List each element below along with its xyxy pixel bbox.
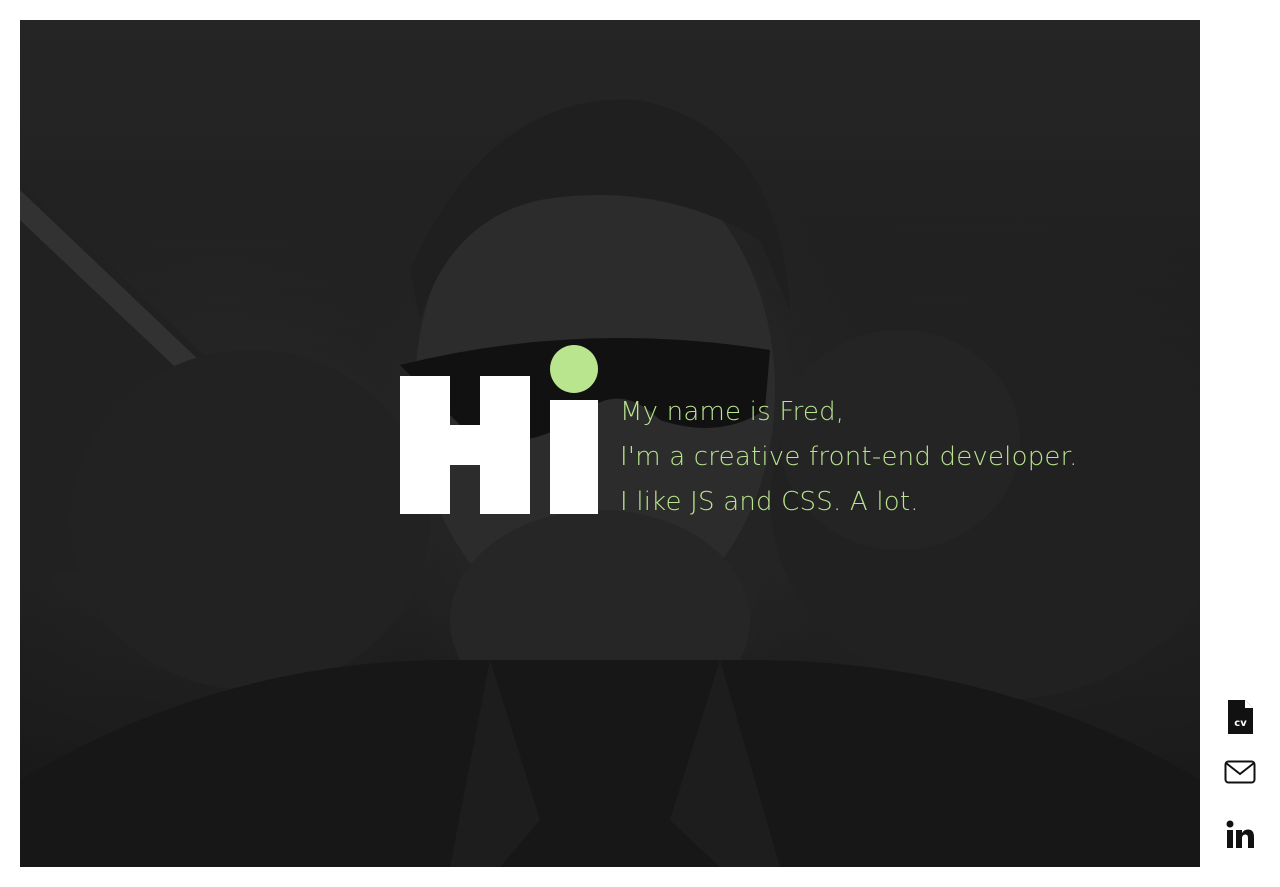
intro-line-name: My name is Fred, (620, 397, 845, 427)
hero-section: My name is Fred, I'm a creative front-en… (20, 20, 1200, 867)
cv-document-icon: cv (1228, 700, 1253, 734)
cv-label: cv (1234, 718, 1247, 729)
hi-logo-dot (550, 345, 598, 393)
intro-line-skills: I like JS and CSS. A lot. (620, 487, 919, 517)
cv-link[interactable]: cv (1220, 700, 1260, 740)
hi-logo (400, 345, 598, 514)
linkedin-icon (1226, 820, 1254, 848)
email-link[interactable] (1220, 760, 1260, 800)
mail-icon (1224, 760, 1256, 784)
linkedin-link[interactable] (1220, 820, 1260, 860)
social-links: cv (1220, 700, 1260, 880)
intro-text: My name is Fred, I'm a creative front-en… (620, 390, 1078, 525)
intro-line-role: I'm a creative front-end developer. (620, 442, 1078, 472)
